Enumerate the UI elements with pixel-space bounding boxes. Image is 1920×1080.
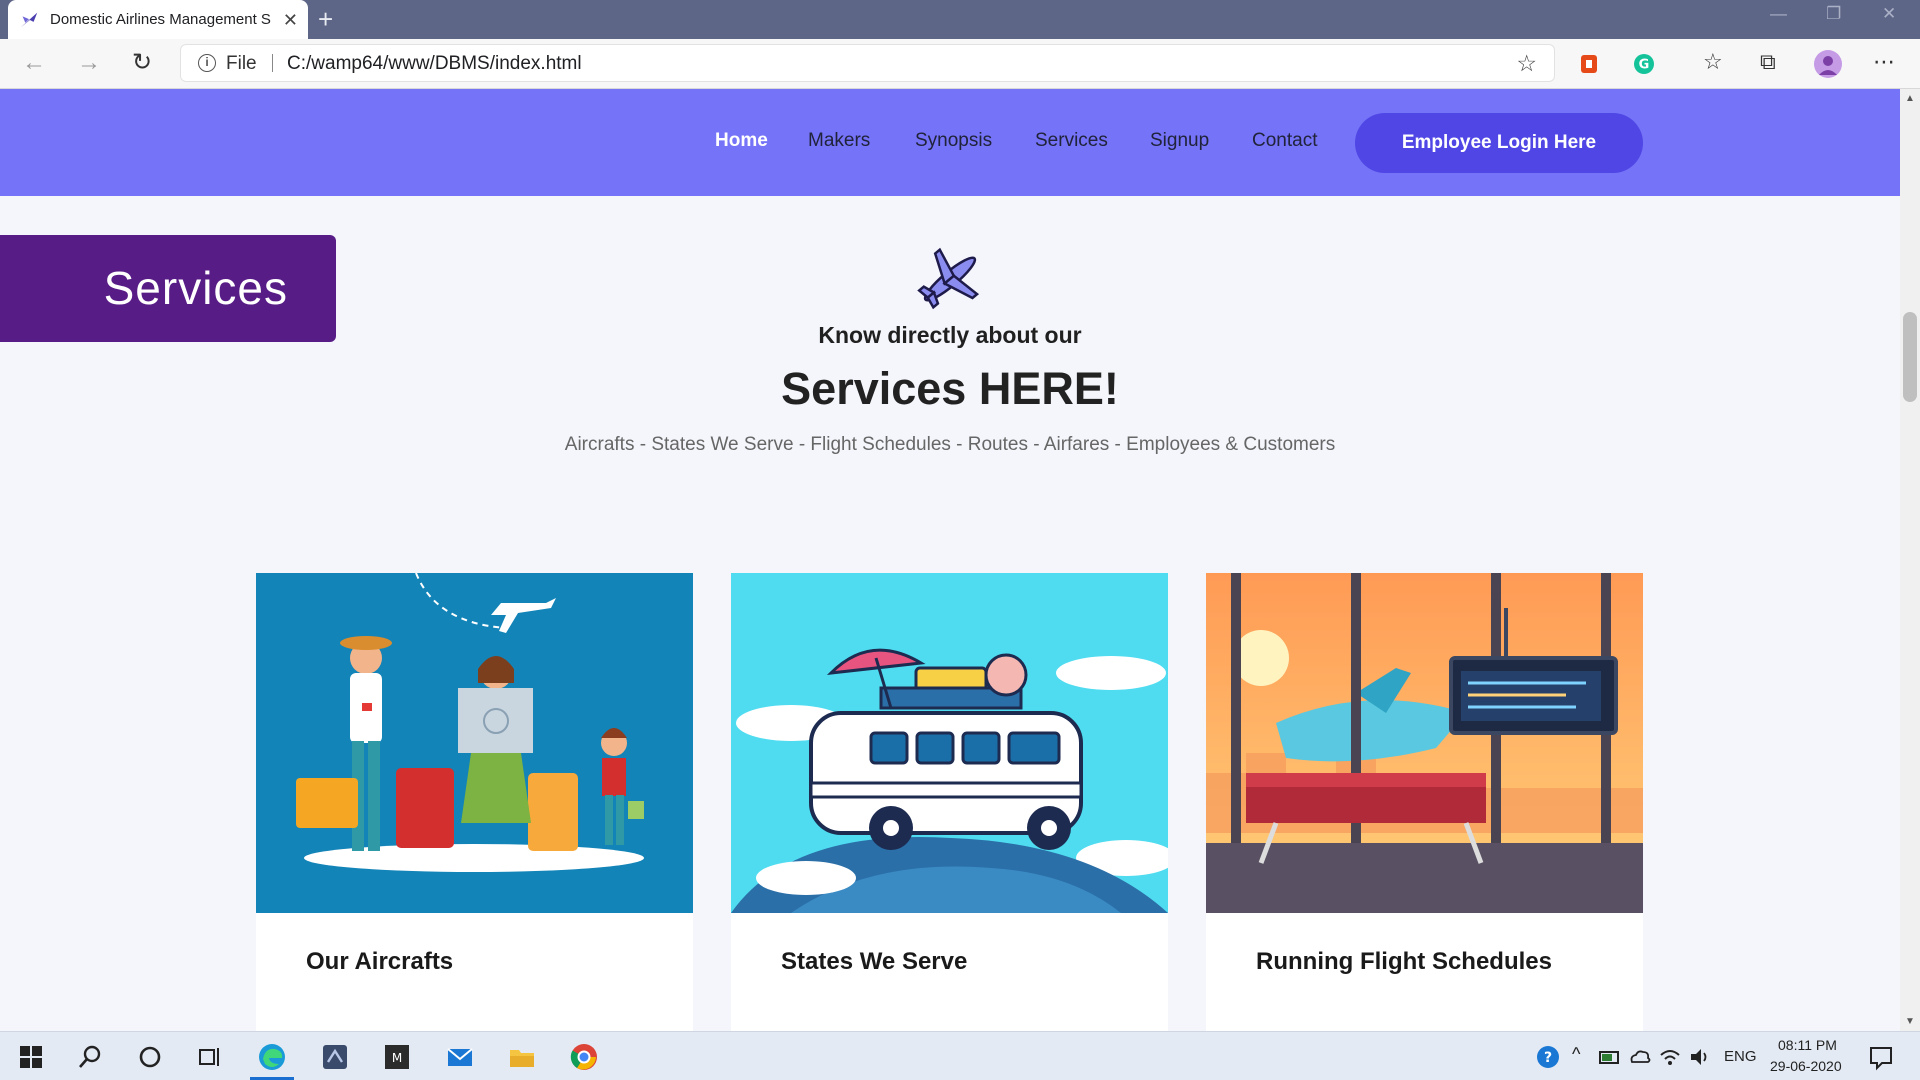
svg-text:M: M	[392, 1051, 402, 1065]
windows-start-icon[interactable]	[16, 1042, 46, 1072]
tab-close-icon[interactable]: ✕	[283, 11, 298, 29]
close-window-icon[interactable]: ✕	[1882, 4, 1896, 24]
file-explorer-icon[interactable]	[507, 1042, 537, 1072]
scroll-up-icon[interactable]: ▲	[1905, 93, 1915, 104]
battery-icon[interactable]	[1598, 1042, 1622, 1072]
edge-browser-icon[interactable]	[257, 1042, 287, 1072]
section-subheading: Know directly about our	[818, 322, 1082, 348]
collections-icon[interactable]: ⧉	[1760, 49, 1776, 75]
browser-titlebar: Domestic Airlines Management S ✕ + — ❐ ✕	[0, 0, 1920, 39]
search-icon[interactable]	[75, 1042, 105, 1072]
nav-link-makers[interactable]: Makers	[808, 130, 870, 152]
card-title: Running Flight Schedules	[1256, 948, 1552, 975]
services-list: Aircrafts - States We Serve - Flight Sch…	[564, 434, 1336, 455]
windows-taskbar: M ? ^ ENG 08:11 PM 29-06-2020	[0, 1031, 1920, 1080]
nav-link-contact[interactable]: Contact	[1252, 130, 1317, 152]
scroll-down-icon[interactable]: ▼	[1905, 1016, 1915, 1027]
page-viewport: Home Makers Synopsis Services Signup Con…	[0, 89, 1900, 1031]
camper-van-illustration	[731, 573, 1168, 913]
language-indicator[interactable]: ENG	[1724, 1048, 1757, 1065]
office-extension-icon[interactable]	[1578, 53, 1600, 75]
address-separator	[272, 54, 273, 72]
card-title: Our Aircrafts	[306, 948, 454, 975]
wifi-icon[interactable]	[1658, 1042, 1682, 1072]
file-label: File	[226, 53, 257, 74]
svg-text:G: G	[1639, 58, 1650, 73]
show-hidden-icons-chevron-icon[interactable]: ^	[1572, 1044, 1580, 1065]
browser-tab[interactable]: Domestic Airlines Management S ✕	[8, 0, 308, 39]
airplane-favicon-icon	[20, 12, 38, 27]
tab-title: Domestic Airlines Management S	[50, 11, 271, 28]
new-tab-button[interactable]: +	[318, 6, 333, 32]
address-bar[interactable]: i File C:/wamp64/www/DBMS/index.html ☆	[180, 44, 1555, 82]
employee-login-button[interactable]: Employee Login Here	[1355, 113, 1643, 173]
mail-icon[interactable]	[445, 1042, 475, 1072]
scrollbar-thumb[interactable]	[1903, 312, 1917, 402]
more-options-icon[interactable]: ⋯	[1873, 49, 1895, 75]
cortana-icon[interactable]	[135, 1042, 165, 1072]
help-icon[interactable]: ?	[1533, 1042, 1563, 1072]
clock-date[interactable]: 29-06-2020	[1770, 1058, 1842, 1074]
nav-link-synopsis[interactable]: Synopsis	[915, 130, 992, 152]
clock-time[interactable]: 08:11 PM	[1778, 1037, 1837, 1053]
nav-link-services[interactable]: Services	[1035, 130, 1108, 152]
nav-link-signup[interactable]: Signup	[1150, 130, 1209, 152]
favorites-list-icon[interactable]: ☆	[1703, 49, 1723, 75]
airport-lounge-illustration	[1206, 573, 1643, 913]
terminal-app-icon[interactable]: M	[382, 1042, 412, 1072]
volume-icon[interactable]	[1688, 1042, 1712, 1072]
forward-arrow-icon[interactable]: →	[77, 49, 101, 77]
card-title: States We Serve	[781, 948, 968, 975]
browser-toolbar: ← → ↻ i File C:/wamp64/www/DBMS/index.ht…	[0, 39, 1920, 89]
onedrive-icon[interactable]	[1628, 1042, 1652, 1072]
grammarly-extension-icon[interactable]: G	[1633, 53, 1655, 75]
task-view-icon[interactable]	[195, 1042, 225, 1072]
restore-icon[interactable]: ❐	[1826, 4, 1841, 24]
airplane-icon	[917, 247, 980, 310]
back-arrow-icon[interactable]: ←	[22, 49, 46, 77]
url-text[interactable]: C:/wamp64/www/DBMS/index.html	[287, 53, 582, 75]
nav-link-home[interactable]: Home	[715, 130, 768, 152]
travel-family-illustration	[256, 573, 693, 913]
page-scrollbar[interactable]	[1900, 89, 1920, 1031]
service-card-aircrafts[interactable]: Our Aircrafts	[256, 573, 693, 1031]
favorite-star-icon[interactable]: ☆	[1516, 50, 1537, 77]
site-navbar: Home Makers Synopsis Services Signup Con…	[0, 89, 1900, 196]
section-title: Services HERE!	[781, 363, 1119, 414]
svg-text:?: ?	[1544, 1050, 1552, 1066]
info-icon[interactable]: i	[198, 54, 216, 72]
notifications-icon[interactable]	[1866, 1042, 1896, 1072]
reload-icon[interactable]: ↻	[132, 49, 152, 77]
service-card-schedules[interactable]: Running Flight Schedules	[1206, 573, 1643, 1031]
profile-avatar[interactable]	[1813, 49, 1843, 79]
chrome-icon[interactable]	[569, 1042, 599, 1072]
service-card-states[interactable]: States We Serve	[731, 573, 1168, 1031]
minimize-icon[interactable]: —	[1770, 4, 1787, 24]
visual-studio-icon[interactable]	[320, 1042, 350, 1072]
